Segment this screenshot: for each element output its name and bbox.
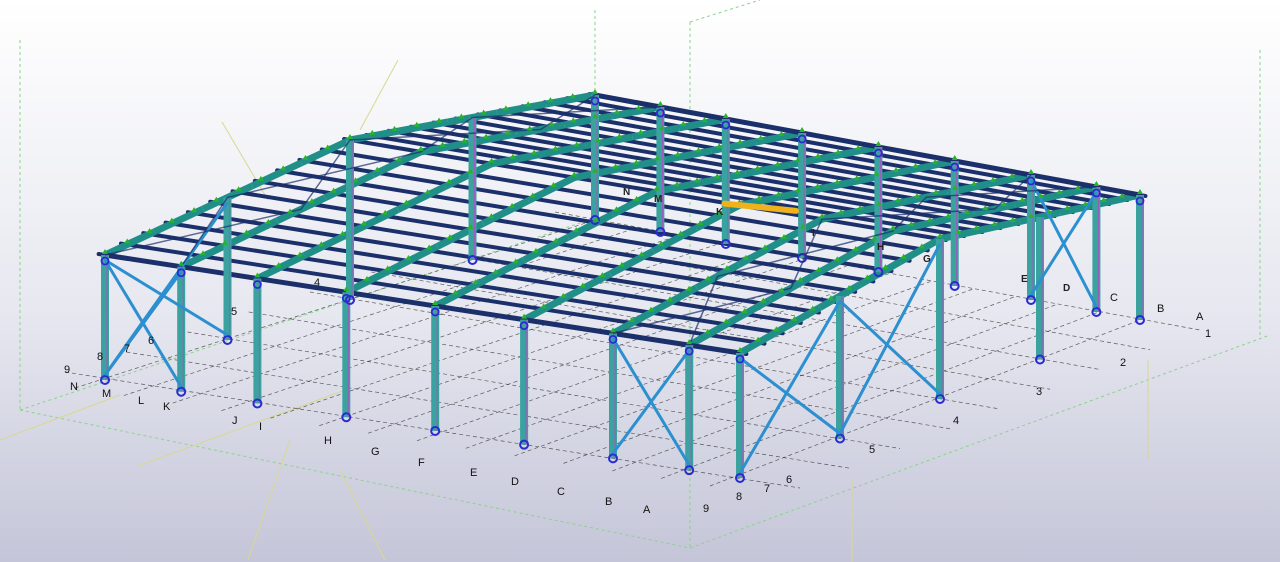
cleat-marker-icon bbox=[722, 113, 729, 118]
grid-label-right-B: B bbox=[1157, 303, 1164, 315]
grid-label-front-F: F bbox=[418, 457, 425, 469]
cleat-marker-icon bbox=[951, 155, 958, 160]
grid-line-letter bbox=[709, 319, 1141, 487]
roof-label-H: H bbox=[877, 242, 884, 253]
grid-label-left-7: 7 bbox=[124, 343, 130, 355]
roof-label-K: K bbox=[716, 207, 724, 218]
grid-label-front-B: B bbox=[605, 496, 612, 508]
grid-label-front-D: D bbox=[511, 476, 519, 488]
grid-label-left-9: 9 bbox=[64, 364, 70, 376]
rafter-beam[interactable] bbox=[664, 147, 712, 164]
construction-lines bbox=[0, 59, 1149, 562]
structure-3d-view[interactable]: N M L K J I H G F E D C B A 9 8 7 6 5 4 … bbox=[0, 0, 1280, 562]
grid-label-right-5: 5 bbox=[869, 444, 875, 456]
grid-label-front-J: J bbox=[232, 415, 238, 427]
grid-label-end-9: 9 bbox=[703, 503, 709, 515]
grid-label-front-M: M bbox=[102, 388, 111, 400]
cleat-marker-icon bbox=[592, 89, 598, 94]
grid-label-right-C: C bbox=[1110, 292, 1118, 304]
bracing-member[interactable] bbox=[739, 356, 841, 435]
grid-label-left-8: 8 bbox=[97, 351, 103, 363]
cleat-marker-icon bbox=[799, 127, 806, 132]
grid-label-right-4: 4 bbox=[953, 415, 959, 427]
cleat-marker-icon bbox=[657, 101, 664, 106]
grid-label-right-A: A bbox=[1196, 311, 1204, 323]
cleat-marker-icon bbox=[1137, 189, 1143, 194]
grid-label-end-7: 7 bbox=[764, 483, 770, 495]
roof-label-D: D bbox=[1063, 283, 1070, 294]
grid-label-left-6: 6 bbox=[148, 335, 154, 347]
roof-label-I: I bbox=[812, 228, 815, 239]
rafter-beam[interactable] bbox=[824, 175, 870, 192]
grid-label-left-5: 5 bbox=[231, 306, 237, 318]
grid-label-end-8: 8 bbox=[736, 491, 742, 503]
cleat-marker-icon bbox=[1093, 181, 1100, 186]
rafter-beam[interactable] bbox=[979, 217, 1021, 234]
grid-label-front-N: N bbox=[70, 381, 78, 393]
bracing-member[interactable] bbox=[611, 337, 691, 466]
grid-label-front-C: C bbox=[557, 486, 565, 498]
grid-label-front-E: E bbox=[470, 467, 477, 479]
roof-label-E: E bbox=[1021, 274, 1028, 285]
grid-label-right-1: 1 bbox=[1205, 328, 1211, 340]
grid-line-number bbox=[187, 331, 901, 449]
roof-label-N: N bbox=[623, 187, 630, 198]
grid-label-front-A: A bbox=[643, 504, 651, 516]
cleat-marker-icon bbox=[875, 141, 882, 146]
cleat-marker-icon bbox=[1028, 169, 1034, 174]
grid-label-front-G: G bbox=[371, 446, 380, 458]
grid-label-front-I: I bbox=[259, 421, 262, 433]
grid-label-front-K: K bbox=[163, 401, 171, 413]
work-area-box bbox=[19, 0, 1271, 549]
model-viewport[interactable]: N M L K J I H G F E D C B A 9 8 7 6 5 4 … bbox=[0, 0, 1280, 562]
roof-label-M: M bbox=[654, 194, 662, 205]
grid-label-right-3: 3 bbox=[1036, 386, 1042, 398]
grid-label-end-6: 6 bbox=[786, 474, 792, 486]
grid-label-front-H: H bbox=[324, 435, 332, 447]
grid-label-left-4: 4 bbox=[314, 277, 320, 289]
grid-label-right-2: 2 bbox=[1120, 357, 1126, 369]
roof-label-G: G bbox=[923, 254, 931, 265]
rafter-beam[interactable] bbox=[398, 118, 449, 135]
grid-label-front-L: L bbox=[138, 395, 144, 407]
rafter-beam[interactable] bbox=[744, 161, 791, 178]
